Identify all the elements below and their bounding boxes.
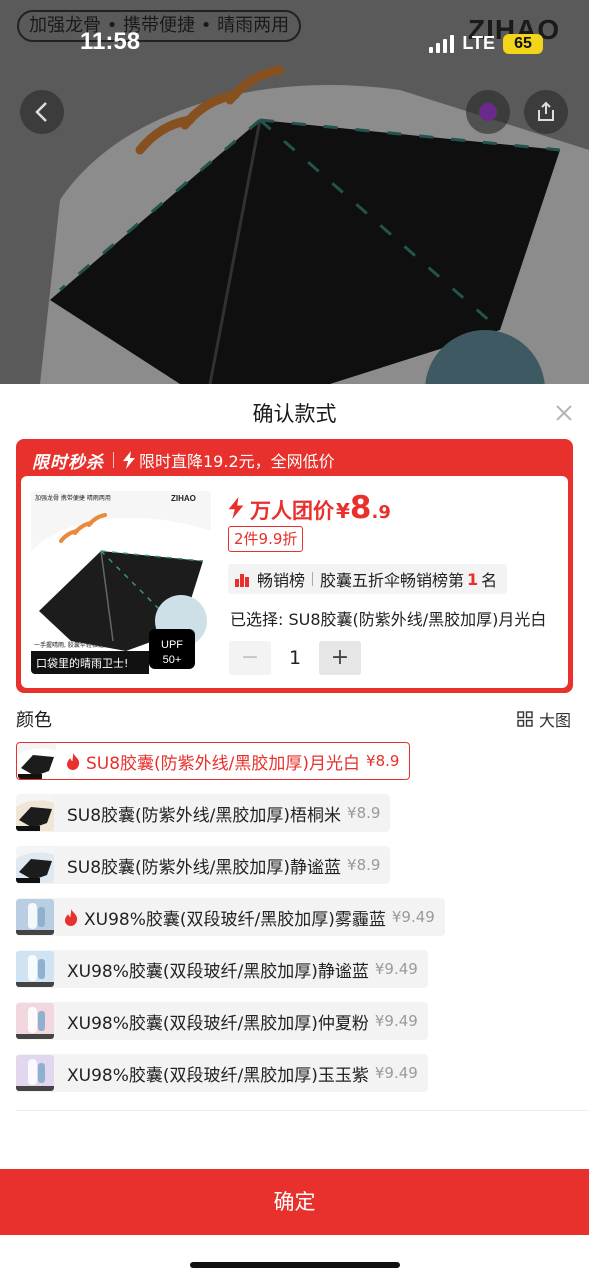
- shop-avatar-button[interactable]: [466, 90, 510, 134]
- sku-selection-sheet: 确认款式 限时秒杀 限时直降19.2元，全网低价 UPF 50+ 口袋里的晴雨卫…: [0, 384, 589, 1280]
- confirm-button[interactable]: 确定: [0, 1169, 589, 1235]
- color-option-label: XU98%胶囊(双段玻纤/黑胶加厚)仲夏粉: [67, 1013, 369, 1034]
- overlay-dim[interactable]: [0, 0, 589, 384]
- battery-icon: 65: [503, 33, 543, 54]
- color-option-price: ¥8.9: [347, 856, 381, 874]
- status-indicators: LTE 65: [429, 33, 543, 54]
- color-option[interactable]: SU8胶囊(防紫外线/黑胶加厚)梧桐米 ¥8.9: [16, 794, 391, 832]
- rank-text: 胶囊五折伞畅销榜第: [320, 571, 465, 590]
- color-option-price: ¥9.49: [374, 960, 418, 978]
- selected-variant-text: 已选择: SU8胶囊(防紫外线/黑胶加厚)月光白: [230, 610, 547, 629]
- color-section-title: 颜色: [16, 710, 52, 731]
- color-option-label: SU8胶囊(防紫外线/黑胶加厚)梧桐米: [67, 805, 342, 826]
- color-option[interactable]: XU98%胶囊(双段玻纤/黑胶加厚)仲夏粉 ¥9.49: [16, 1002, 428, 1040]
- divider: [113, 452, 114, 468]
- color-option-label: SU8胶囊(防紫外线/黑胶加厚)静谧蓝: [67, 857, 342, 878]
- color-option-label: SU8胶囊(防紫外线/黑胶加厚)月光白: [86, 753, 361, 774]
- price-currency: ¥: [336, 499, 350, 523]
- color-option-label: XU98%胶囊(双段玻纤/黑胶加厚)玉玉紫: [67, 1065, 369, 1086]
- color-option-price: ¥9.49: [391, 908, 435, 926]
- grid-icon: [517, 711, 533, 727]
- color-option-price: ¥8.9: [347, 804, 381, 822]
- back-button[interactable]: [20, 90, 64, 134]
- rank-title: 畅销榜: [257, 571, 306, 590]
- color-option-label: XU98%胶囊(双段玻纤/黑胶加厚)静谧蓝: [67, 961, 369, 982]
- sheet-title: 确认款式: [252, 402, 337, 426]
- rank-chart-icon: [235, 574, 249, 587]
- color-option-thumbnail: [16, 951, 54, 987]
- product-thumbnail-image: UPF 50+ 口袋里的晴雨卫士! 一手握晴雨, 胶囊伞轻松进口袋 加强龙骨 携…: [31, 491, 211, 674]
- quantity-decrease-button[interactable]: −: [229, 641, 271, 675]
- divider: [16, 1110, 589, 1111]
- close-icon[interactable]: [555, 404, 573, 422]
- color-option[interactable]: SU8胶囊(防紫外线/黑胶加厚)静谧蓝 ¥8.9: [16, 846, 391, 884]
- shop-icon: [479, 103, 497, 121]
- color-option-label: XU98%胶囊(双段玻纤/黑胶加厚)雾霾蓝: [84, 909, 386, 930]
- thumbnail-tagline: 口袋里的晴雨卫士!: [36, 656, 128, 670]
- rank-number: 1: [467, 569, 479, 589]
- chevron-left-icon: [35, 102, 47, 122]
- lightning-icon: [123, 451, 135, 469]
- color-option-price: ¥9.49: [374, 1064, 418, 1082]
- color-option-thumbnail: [16, 899, 54, 935]
- status-time: 11:58: [80, 28, 141, 55]
- big-picture-toggle[interactable]: 大图: [517, 707, 571, 731]
- flash-sale-card: 限时秒杀 限时直降19.2元，全网低价 UPF 50+ 口袋里的晴雨卫士! 一手…: [16, 439, 573, 693]
- color-option-thumbnail: [18, 743, 56, 779]
- group-price: 万人团价 ¥ 8 .9: [228, 490, 391, 526]
- upf-value: 50+: [163, 654, 182, 666]
- color-option[interactable]: XU98%胶囊(双段玻纤/黑胶加厚)雾霾蓝 ¥9.49: [16, 898, 445, 936]
- bestseller-rank[interactable]: 畅销榜 胶囊五折伞畅销榜第 1 名: [228, 564, 508, 594]
- thumbnail-brand: ZIHAO: [171, 494, 196, 503]
- home-indicator: [190, 1262, 400, 1268]
- share-icon: [538, 101, 554, 121]
- flash-sale-header: 限时秒杀 限时直降19.2元，全网低价: [32, 449, 335, 473]
- color-option-price: ¥8.9: [366, 752, 400, 770]
- rank-suffix: 名: [481, 571, 498, 590]
- flame-icon: [67, 752, 80, 770]
- product-thumbnail[interactable]: UPF 50+ 口袋里的晴雨卫士! 一手握晴雨, 胶囊伞轻松进口袋 加强龙骨 携…: [31, 491, 211, 674]
- lightning-icon: [228, 497, 244, 519]
- upf-label: UPF: [161, 639, 183, 651]
- price-decimal: .9: [371, 502, 391, 523]
- color-option-thumbnail: [16, 847, 54, 883]
- color-option-thumbnail: [16, 795, 54, 831]
- color-option-thumbnail: [16, 1055, 54, 1091]
- quantity-increase-button[interactable]: +: [319, 641, 361, 675]
- screen: 加强龙骨 • 携带便捷 • 晴雨两用 ZIHAO 11:58 LTE 65 确认…: [0, 0, 589, 1280]
- price-label: 万人团价: [250, 499, 334, 523]
- quantity-value[interactable]: 1: [271, 641, 319, 675]
- thumbnail-slogan: 加强龙骨 携带便捷 晴雨两用: [35, 494, 111, 502]
- divider: [312, 572, 314, 586]
- color-option[interactable]: SU8胶囊(防紫外线/黑胶加厚)月光白 ¥8.9: [16, 742, 411, 780]
- product-summary: UPF 50+ 口袋里的晴雨卫士! 一手握晴雨, 胶囊伞轻松进口袋 加强龙骨 携…: [21, 476, 568, 688]
- signal-icon: [429, 34, 455, 53]
- share-button[interactable]: [524, 90, 568, 134]
- background-slogan: 加强龙骨 • 携带便捷 • 晴雨两用: [17, 10, 302, 42]
- product-image-background: 加强龙骨 • 携带便捷 • 晴雨两用 ZIHAO 11:58 LTE 65: [0, 0, 589, 384]
- multi-buy-badge: 2件9.9折: [228, 526, 304, 552]
- network-type: LTE: [462, 33, 495, 53]
- color-option[interactable]: XU98%胶囊(双段玻纤/黑胶加厚)玉玉紫 ¥9.49: [16, 1054, 428, 1092]
- thumbnail-caption: 一手握晴雨, 胶囊伞轻松进口袋: [34, 641, 116, 649]
- price-integer: 8: [349, 490, 372, 526]
- color-option-thumbnail: [16, 1003, 54, 1039]
- flash-sale-tag: 限时秒杀: [32, 452, 104, 473]
- flame-icon: [65, 908, 78, 926]
- flash-sale-text: 限时直降19.2元，全网低价: [139, 452, 335, 471]
- big-picture-label: 大图: [538, 711, 571, 730]
- color-option[interactable]: XU98%胶囊(双段玻纤/黑胶加厚)静谧蓝 ¥9.49: [16, 950, 428, 988]
- color-option-price: ¥9.49: [374, 1012, 418, 1030]
